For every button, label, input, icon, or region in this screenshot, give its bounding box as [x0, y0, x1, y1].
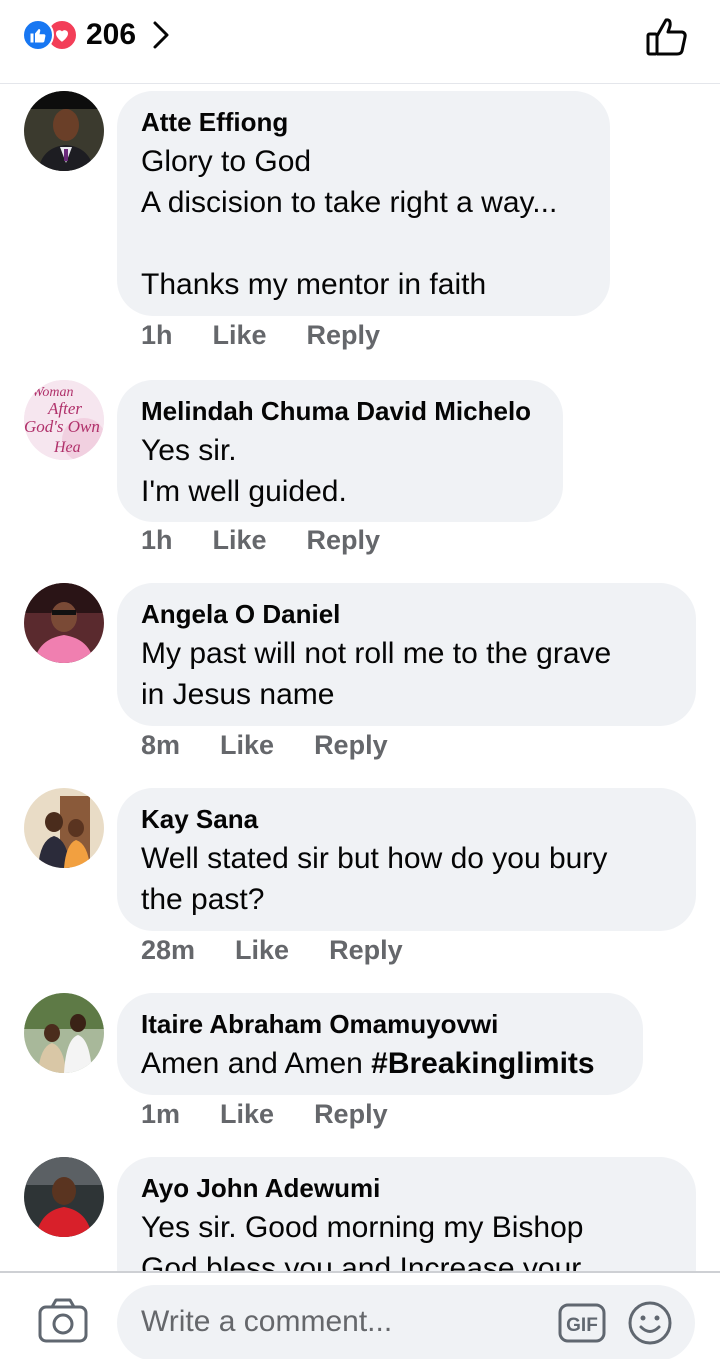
comment-bubble[interactable]: Ayo John Adewumi Yes sir. Good morning m…: [117, 1157, 696, 1271]
comment-input[interactable]: Write a comment... GIF: [117, 1285, 695, 1359]
camera-icon[interactable]: [36, 1297, 92, 1345]
comment-bubble[interactable]: Atte Effiong Glory to God A discision to…: [117, 91, 610, 316]
comment-bubble[interactable]: Angela O Daniel My past will not roll me…: [117, 583, 696, 726]
comment-input-placeholder: Write a comment...: [141, 1305, 393, 1338]
avatar[interactable]: [24, 788, 104, 868]
comment-text: Amen and Amen #Breakinglimits: [141, 1043, 619, 1084]
avatar[interactable]: [24, 91, 104, 171]
comment-actions: 1h Like Reply: [141, 320, 380, 351]
comment-text-plain: Amen and Amen: [141, 1047, 372, 1080]
gif-label: GIF: [566, 1315, 598, 1336]
comment-list: Atte Effiong Glory to God A discision to…: [0, 84, 720, 1271]
like-button[interactable]: Like: [235, 935, 289, 966]
avatar[interactable]: [24, 993, 104, 1073]
comment-bubble[interactable]: Melindah Chuma David Michelo Yes sir. I'…: [117, 380, 563, 522]
reaction-count: 206: [86, 18, 137, 51]
comment-text: Yes sir. Good morning my Bishop God bles…: [141, 1211, 584, 1271]
comment-time[interactable]: 8m: [141, 730, 180, 761]
avatar-logo-text: Woman: [32, 385, 74, 400]
comment-time[interactable]: 28m: [141, 935, 195, 966]
avatar[interactable]: [24, 1157, 104, 1237]
reply-button[interactable]: Reply: [307, 320, 381, 351]
hashtag-link[interactable]: #Breakinglimits: [371, 1047, 594, 1080]
like-button[interactable]: Like: [220, 1099, 274, 1130]
svg-text:After: After: [47, 399, 82, 418]
avatar[interactable]: Woman After God's Own Hea: [24, 380, 104, 460]
emoji-icon[interactable]: [627, 1300, 673, 1346]
reply-button[interactable]: Reply: [314, 730, 388, 761]
reactions-header: 206: [0, 0, 720, 84]
thumbs-up-icon[interactable]: [644, 14, 690, 60]
comment-composer: Write a comment... GIF: [0, 1271, 720, 1359]
svg-text:God's Own: God's Own: [24, 417, 100, 436]
comment-time[interactable]: 1m: [141, 1099, 180, 1130]
comment-actions: 8m Like Reply: [141, 730, 388, 761]
comment-time[interactable]: 1h: [141, 320, 173, 351]
reactions-summary[interactable]: 206: [22, 17, 170, 53]
gif-icon[interactable]: GIF: [557, 1302, 607, 1344]
comment-author[interactable]: Kay Sana: [141, 804, 672, 834]
comment-author[interactable]: Angela O Daniel: [141, 599, 672, 629]
comment-text: Well stated sir but how do you bury the …: [141, 842, 608, 916]
like-reaction-icon: [22, 19, 54, 51]
comment-bubble[interactable]: Kay Sana Well stated sir but how do you …: [117, 788, 696, 931]
comment-actions: 28m Like Reply: [141, 935, 403, 966]
like-button[interactable]: Like: [213, 320, 267, 351]
chevron-right-icon[interactable]: [152, 20, 170, 50]
svg-text:Hea: Hea: [53, 439, 81, 456]
reply-button[interactable]: Reply: [314, 1099, 388, 1130]
reply-button[interactable]: Reply: [329, 935, 403, 966]
avatar[interactable]: [24, 583, 104, 663]
comment-author[interactable]: Itaire Abraham Omamuyovwi: [141, 1009, 619, 1039]
comment-text: Glory to God A discision to take right a…: [141, 145, 558, 301]
comment-actions: 1m Like Reply: [141, 1099, 388, 1130]
comment-text: My past will not roll me to the grave in…: [141, 637, 612, 711]
like-button[interactable]: Like: [220, 730, 274, 761]
comment-time[interactable]: 1h: [141, 525, 173, 556]
comment-text: Yes sir. I'm well guided.: [141, 434, 347, 508]
comment-author[interactable]: Atte Effiong: [141, 107, 586, 137]
reply-button[interactable]: Reply: [307, 525, 381, 556]
comment-actions: 1h Like Reply: [141, 525, 380, 556]
like-button[interactable]: Like: [213, 525, 267, 556]
comment-bubble[interactable]: Itaire Abraham Omamuyovwi Amen and Amen …: [117, 993, 643, 1095]
comment-author[interactable]: Melindah Chuma David Michelo: [141, 396, 539, 426]
comment-author[interactable]: Ayo John Adewumi: [141, 1173, 672, 1203]
